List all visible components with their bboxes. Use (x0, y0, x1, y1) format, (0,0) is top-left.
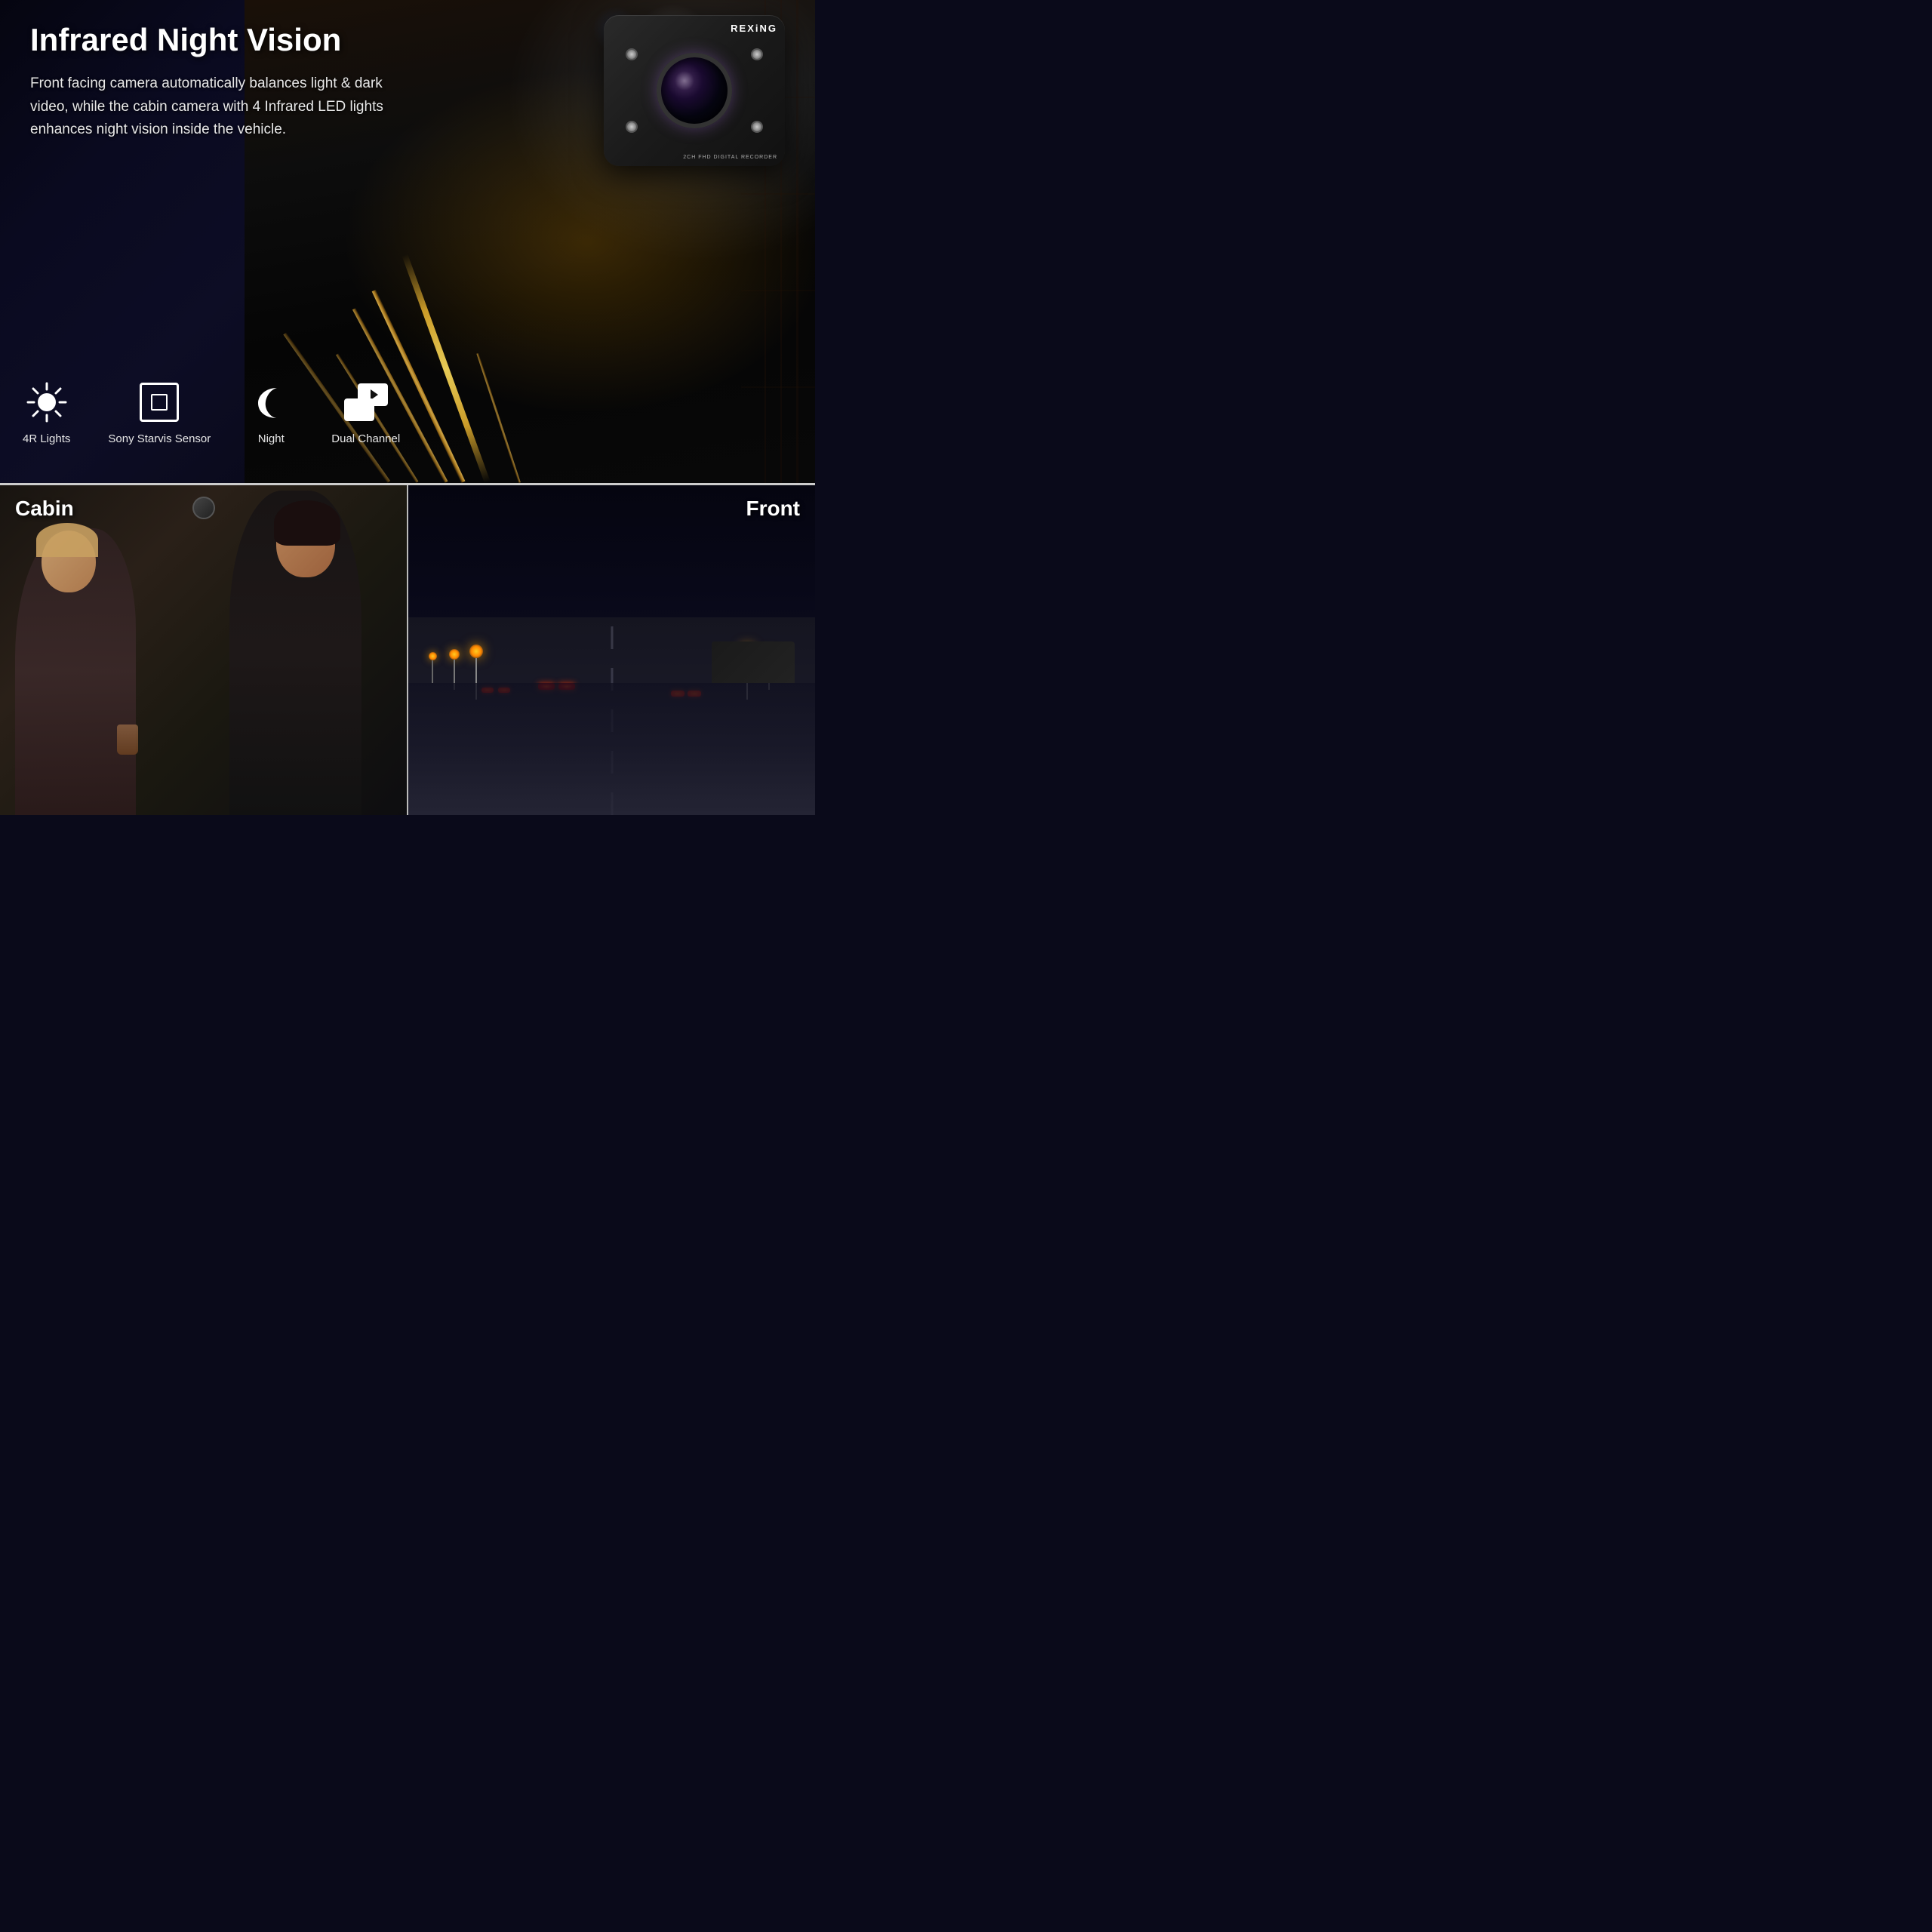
dual-channel-shape (344, 383, 388, 421)
bridge-horizontal (741, 386, 815, 388)
bridge-horizontal (741, 290, 815, 291)
chip-pin (149, 383, 154, 385)
cabin-view: Cabin (0, 485, 408, 815)
sun-icon (24, 380, 69, 425)
person-hair-left (36, 523, 98, 557)
ir-led-bottom-left (626, 121, 638, 133)
page-title: Infrared Night Vision (30, 23, 423, 57)
chip-pin (177, 411, 178, 415)
icon-item-lights: 4R Lights (23, 380, 70, 445)
cabin-label: Cabin (15, 497, 74, 521)
moon-icon (248, 380, 294, 425)
ir-led-bottom-right (751, 121, 763, 133)
chip-pin (149, 420, 154, 421)
dual-channel-icon (343, 380, 389, 425)
chip-pin (177, 401, 178, 406)
dc-card-front (344, 398, 374, 421)
icon-label-night: Night (258, 432, 285, 445)
cup (117, 724, 138, 755)
icon-item-dual: Dual Channel (331, 380, 400, 445)
light-glow-1 (469, 645, 483, 658)
chip-pin (158, 383, 163, 385)
person-hair-right (274, 500, 340, 546)
ceiling-sensor (192, 497, 215, 519)
chip-pin (140, 411, 142, 415)
description-text: Front facing camera automatically balanc… (30, 72, 400, 141)
icon-label-dual: Dual Channel (331, 432, 400, 445)
icon-item-night: Night (248, 380, 294, 445)
front-label: Front (746, 497, 800, 521)
icon-label-lights: 4R Lights (23, 432, 70, 445)
chip-icon (137, 380, 182, 425)
moon-svg (251, 382, 291, 423)
chip-pin (168, 420, 172, 421)
chip-pin (158, 420, 163, 421)
street-light-3 (429, 652, 437, 683)
top-section: Infrared Night Vision Front facing camer… (0, 0, 815, 483)
chip-pin (140, 392, 142, 397)
icon-item-sensor: Sony Starvis Sensor (108, 380, 211, 445)
light-glow-3 (429, 652, 437, 660)
sun-svg (26, 382, 67, 423)
bottom-section: Cabin (0, 483, 815, 815)
camera-device: REXiNG 2CH FHD DIGITAL RECORDER (604, 15, 800, 211)
chip-pin (177, 392, 178, 397)
chip-pin (168, 383, 172, 385)
text-content: Infrared Night Vision Front facing camer… (30, 23, 423, 141)
camera-lens (657, 53, 732, 128)
chip-pin (140, 401, 142, 406)
truck-silhouette (712, 641, 795, 683)
chip-shape (140, 383, 179, 422)
lens-reflection (675, 71, 694, 91)
chip-inner (151, 394, 168, 411)
light-pole-3 (432, 660, 433, 683)
brand-subtitle: 2CH FHD DIGITAL RECORDER (683, 155, 777, 160)
ir-led-top-right (751, 48, 763, 60)
light-glow-2 (449, 649, 460, 660)
brand-name: REXiNG (731, 23, 777, 34)
camera-body: REXiNG 2CH FHD DIGITAL RECORDER (604, 15, 785, 166)
road-surface (408, 683, 815, 815)
front-view: Front (408, 485, 815, 815)
icon-label-sensor: Sony Starvis Sensor (108, 432, 211, 445)
features-icons: 4R Lights (23, 380, 400, 445)
ir-led-top-left (626, 48, 638, 60)
